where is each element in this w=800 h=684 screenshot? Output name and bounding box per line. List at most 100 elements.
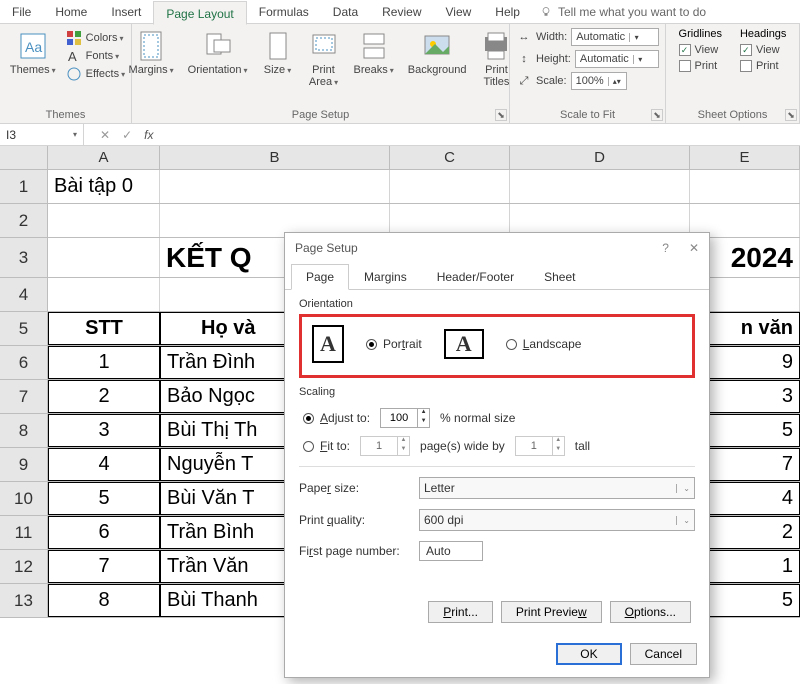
tab-data[interactable]: Data bbox=[321, 0, 370, 24]
table-cell[interactable]: 8 bbox=[48, 584, 160, 617]
breaks-button[interactable]: Breaks bbox=[350, 28, 398, 78]
print-button[interactable]: Print... bbox=[428, 601, 493, 623]
cell[interactable] bbox=[510, 170, 690, 203]
headings-print-checkbox[interactable]: Print bbox=[740, 60, 786, 72]
row-header[interactable]: 12 bbox=[0, 550, 48, 583]
fit-wide-input[interactable] bbox=[361, 437, 397, 455]
width-combo[interactable]: Automatic▾ bbox=[571, 28, 659, 46]
cell[interactable] bbox=[160, 170, 390, 203]
cell[interactable] bbox=[48, 278, 160, 311]
tab-insert[interactable]: Insert bbox=[99, 0, 153, 24]
cancel-button[interactable]: Cancel bbox=[630, 643, 697, 665]
enter-formula-icon[interactable]: ✓ bbox=[122, 128, 132, 142]
background-icon bbox=[421, 30, 453, 62]
print-preview-button[interactable]: Print Preview bbox=[501, 601, 602, 623]
dialog-tab-margins[interactable]: Margins bbox=[349, 264, 422, 290]
print-area-button[interactable]: Print Area bbox=[304, 28, 344, 90]
tab-file[interactable]: File bbox=[0, 0, 43, 24]
print-quality-select[interactable]: 600 dpi⌄ bbox=[419, 509, 695, 531]
tab-home[interactable]: Home bbox=[43, 0, 99, 24]
fx-icon[interactable]: fx bbox=[144, 128, 153, 142]
name-box[interactable]: I3▾ bbox=[0, 124, 84, 145]
gridlines-print-checkbox[interactable]: Print bbox=[679, 60, 722, 72]
tab-view[interactable]: View bbox=[434, 0, 484, 24]
select-all-corner[interactable] bbox=[0, 146, 48, 169]
table-cell[interactable]: 7 bbox=[48, 550, 160, 583]
table-cell[interactable]: 4 bbox=[48, 448, 160, 481]
headings-print-label: Print bbox=[756, 60, 779, 72]
table-cell[interactable]: 6 bbox=[48, 516, 160, 549]
ok-button[interactable]: OK bbox=[556, 643, 621, 665]
table-cell[interactable]: 5 bbox=[48, 482, 160, 515]
tell-me-search[interactable]: Tell me what you want to do bbox=[540, 5, 706, 19]
row-header[interactable]: 1 bbox=[0, 170, 48, 203]
dialog-close-icon[interactable]: ✕ bbox=[689, 241, 699, 255]
size-button[interactable]: Size bbox=[258, 28, 298, 78]
column-header-e[interactable]: E bbox=[690, 146, 800, 169]
column-header-d[interactable]: D bbox=[510, 146, 690, 169]
dialog-tab-header-footer[interactable]: Header/Footer bbox=[422, 264, 529, 290]
colors-button[interactable]: Colors bbox=[66, 30, 125, 46]
row-header[interactable]: 5 bbox=[0, 312, 48, 345]
dialog-tab-page[interactable]: Page bbox=[291, 264, 349, 290]
row-header[interactable]: 2 bbox=[0, 204, 48, 237]
options-button[interactable]: Options... bbox=[610, 601, 691, 623]
column-header-b[interactable]: B bbox=[160, 146, 390, 169]
row-header[interactable]: 11 bbox=[0, 516, 48, 549]
landscape-radio[interactable]: Landscape bbox=[506, 337, 582, 351]
dialog-help-icon[interactable]: ? bbox=[662, 241, 669, 255]
fit-to-radio[interactable]: Fit to: bbox=[303, 439, 350, 453]
cell[interactable] bbox=[48, 238, 160, 277]
adjust-to-radio[interactable]: Adjust to: bbox=[303, 411, 370, 425]
fit-wide-spin[interactable]: ▲▼ bbox=[360, 436, 410, 456]
table-header[interactable]: STT bbox=[48, 312, 160, 345]
fonts-button[interactable]: AFonts bbox=[66, 48, 125, 64]
row-header[interactable]: 4 bbox=[0, 278, 48, 311]
svg-text:A: A bbox=[68, 49, 77, 64]
tab-formulas[interactable]: Formulas bbox=[247, 0, 321, 24]
column-header-a[interactable]: A bbox=[48, 146, 160, 169]
scale-spin[interactable]: 100%▴▾ bbox=[571, 72, 627, 90]
dialog-tab-sheet[interactable]: Sheet bbox=[529, 264, 590, 290]
adjust-to-suffix: % normal size bbox=[440, 411, 515, 425]
tab-help[interactable]: Help bbox=[483, 0, 532, 24]
row-header[interactable]: 3 bbox=[0, 238, 48, 277]
cell[interactable]: Bài tập 0 bbox=[48, 170, 160, 203]
cell[interactable] bbox=[48, 204, 160, 237]
fit-tall-spin[interactable]: ▲▼ bbox=[515, 436, 565, 456]
sheet-options-dialog-launcher[interactable]: ⬊ bbox=[785, 109, 797, 121]
first-page-input[interactable]: Auto bbox=[419, 541, 483, 561]
height-combo[interactable]: Automatic▾ bbox=[575, 50, 659, 68]
row-header[interactable]: 7 bbox=[0, 380, 48, 413]
page-setup-dialog-launcher[interactable]: ⬊ bbox=[495, 109, 507, 121]
row-header[interactable]: 8 bbox=[0, 414, 48, 447]
table-cell[interactable]: 1 bbox=[48, 346, 160, 379]
portrait-radio[interactable]: Portrait bbox=[366, 337, 422, 351]
fit-tall-input[interactable] bbox=[516, 437, 552, 455]
cancel-formula-icon[interactable]: ✕ bbox=[100, 128, 110, 142]
row-header[interactable]: 6 bbox=[0, 346, 48, 379]
adjust-to-spin[interactable]: ▲▼ bbox=[380, 408, 430, 428]
scale-dialog-launcher[interactable]: ⬊ bbox=[651, 109, 663, 121]
tab-page-layout[interactable]: Page Layout bbox=[153, 1, 246, 25]
row-header[interactable]: 13 bbox=[0, 584, 48, 617]
margins-button[interactable]: Margins bbox=[125, 28, 178, 78]
effects-button[interactable]: Effects bbox=[66, 66, 125, 82]
column-header-c[interactable]: C bbox=[390, 146, 510, 169]
themes-button[interactable]: Aa Themes bbox=[6, 28, 60, 78]
tab-review[interactable]: Review bbox=[370, 0, 433, 24]
orientation-button[interactable]: Orientation bbox=[184, 28, 252, 78]
paper-size-select[interactable]: Letter⌄ bbox=[419, 477, 695, 499]
row-header[interactable]: 10 bbox=[0, 482, 48, 515]
headings-view-checkbox[interactable]: View bbox=[740, 44, 786, 56]
cell[interactable] bbox=[690, 170, 800, 203]
width-icon: ↔ bbox=[516, 29, 532, 45]
background-button[interactable]: Background bbox=[404, 28, 471, 78]
table-cell[interactable]: 2 bbox=[48, 380, 160, 413]
gridlines-view-checkbox[interactable]: View bbox=[679, 44, 722, 56]
adjust-to-input[interactable] bbox=[381, 409, 417, 427]
row-header[interactable]: 9 bbox=[0, 448, 48, 481]
breaks-icon bbox=[358, 30, 390, 62]
cell[interactable] bbox=[390, 170, 510, 203]
table-cell[interactable]: 3 bbox=[48, 414, 160, 447]
